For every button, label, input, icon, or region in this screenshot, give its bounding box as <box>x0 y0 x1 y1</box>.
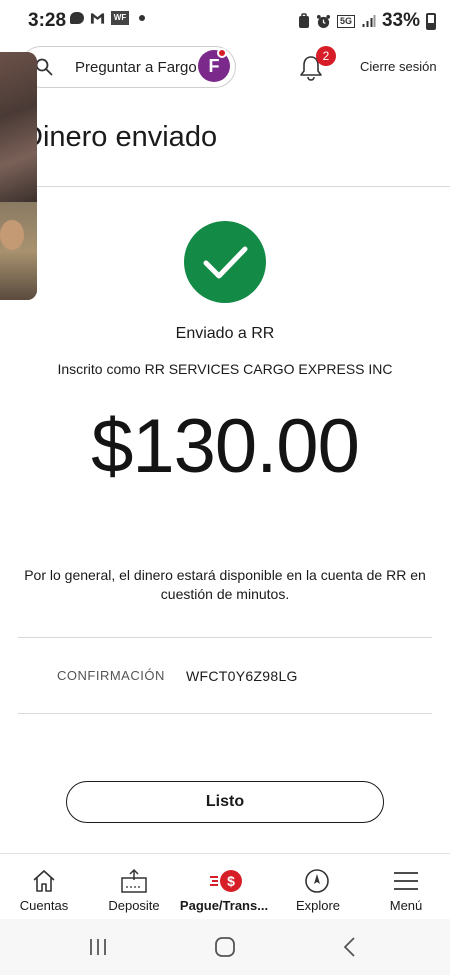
gmail-icon <box>90 13 105 24</box>
nav-item-deposit[interactable]: Deposite <box>98 854 170 920</box>
sim-lock-icon <box>298 13 309 28</box>
status-system-icons: 5G 33% <box>298 10 436 32</box>
recipient-heading: Enviado a RR <box>175 325 275 342</box>
search-icon <box>35 58 53 76</box>
svg-text:$: $ <box>227 873 235 889</box>
done-button[interactable]: Listo <box>66 781 384 823</box>
nav-label: Explore <box>295 898 341 913</box>
confirmation-code: WFCT0Y6Z98LG <box>186 668 298 684</box>
status-bar: 3:28 WF 5G 33% <box>0 0 450 40</box>
nav-item-accounts[interactable]: Cuentas <box>8 854 80 920</box>
video-feed-top <box>0 52 37 202</box>
title-divider <box>0 186 450 187</box>
confirmation-label: CONFIRMACIÓN <box>57 668 165 683</box>
network-type-badge: 5G <box>336 14 355 28</box>
status-time: 3:28 <box>28 10 67 31</box>
logout-link[interactable]: Cierre sesión <box>360 59 437 74</box>
video-call-overlay[interactable] <box>0 52 37 300</box>
battery-icon <box>426 12 436 30</box>
bottom-nav: Cuentas Deposite $ Pague/Trans... Explor… <box>0 853 450 919</box>
nav-label: Deposite <box>108 898 160 913</box>
availability-note: Por lo general, el dinero estará disponi… <box>24 567 426 602</box>
divider <box>18 637 432 638</box>
page-title: Dinero enviado <box>22 121 218 153</box>
fargo-badge-dot <box>217 48 227 58</box>
menu-icon <box>394 872 418 890</box>
android-system-nav <box>0 919 450 975</box>
deposit-icon <box>121 868 147 893</box>
nav-item-explore[interactable]: Explore <box>282 854 354 920</box>
video-participant-face <box>0 220 24 250</box>
enrolled-name: Inscrito como RR SERVICES CARGO EXPRESS … <box>57 361 393 377</box>
notification-count-badge: 2 <box>316 46 336 66</box>
video-feed-bottom <box>0 202 37 300</box>
divider <box>18 713 432 714</box>
chat-icon <box>70 12 84 24</box>
home-button-icon[interactable] <box>214 936 236 958</box>
compass-icon <box>305 869 329 893</box>
nav-label: Menú <box>389 898 423 913</box>
signal-icon <box>362 15 376 27</box>
recent-apps-icon[interactable] <box>88 937 108 957</box>
success-check-icon <box>184 221 266 303</box>
home-icon <box>33 870 55 892</box>
nav-label: Pague/Trans... <box>179 898 269 913</box>
pay-transfer-icon: $ <box>210 870 242 892</box>
battery-percent: 33% <box>381 10 420 31</box>
back-icon[interactable] <box>342 936 358 958</box>
wells-fargo-notification-icon: WF <box>111 11 129 25</box>
ask-fargo-label: Preguntar a Fargo <box>75 59 197 76</box>
nav-label: Cuentas <box>19 898 69 913</box>
more-notifications-dot-icon <box>139 15 145 21</box>
status-notification-icons: WF <box>70 11 145 25</box>
sent-amount: $130.00 <box>91 404 360 489</box>
alarm-icon <box>316 14 331 28</box>
nav-item-pay-transfer[interactable]: $ Pague/Trans... <box>176 854 272 920</box>
nav-item-menu[interactable]: Menú <box>370 854 442 920</box>
